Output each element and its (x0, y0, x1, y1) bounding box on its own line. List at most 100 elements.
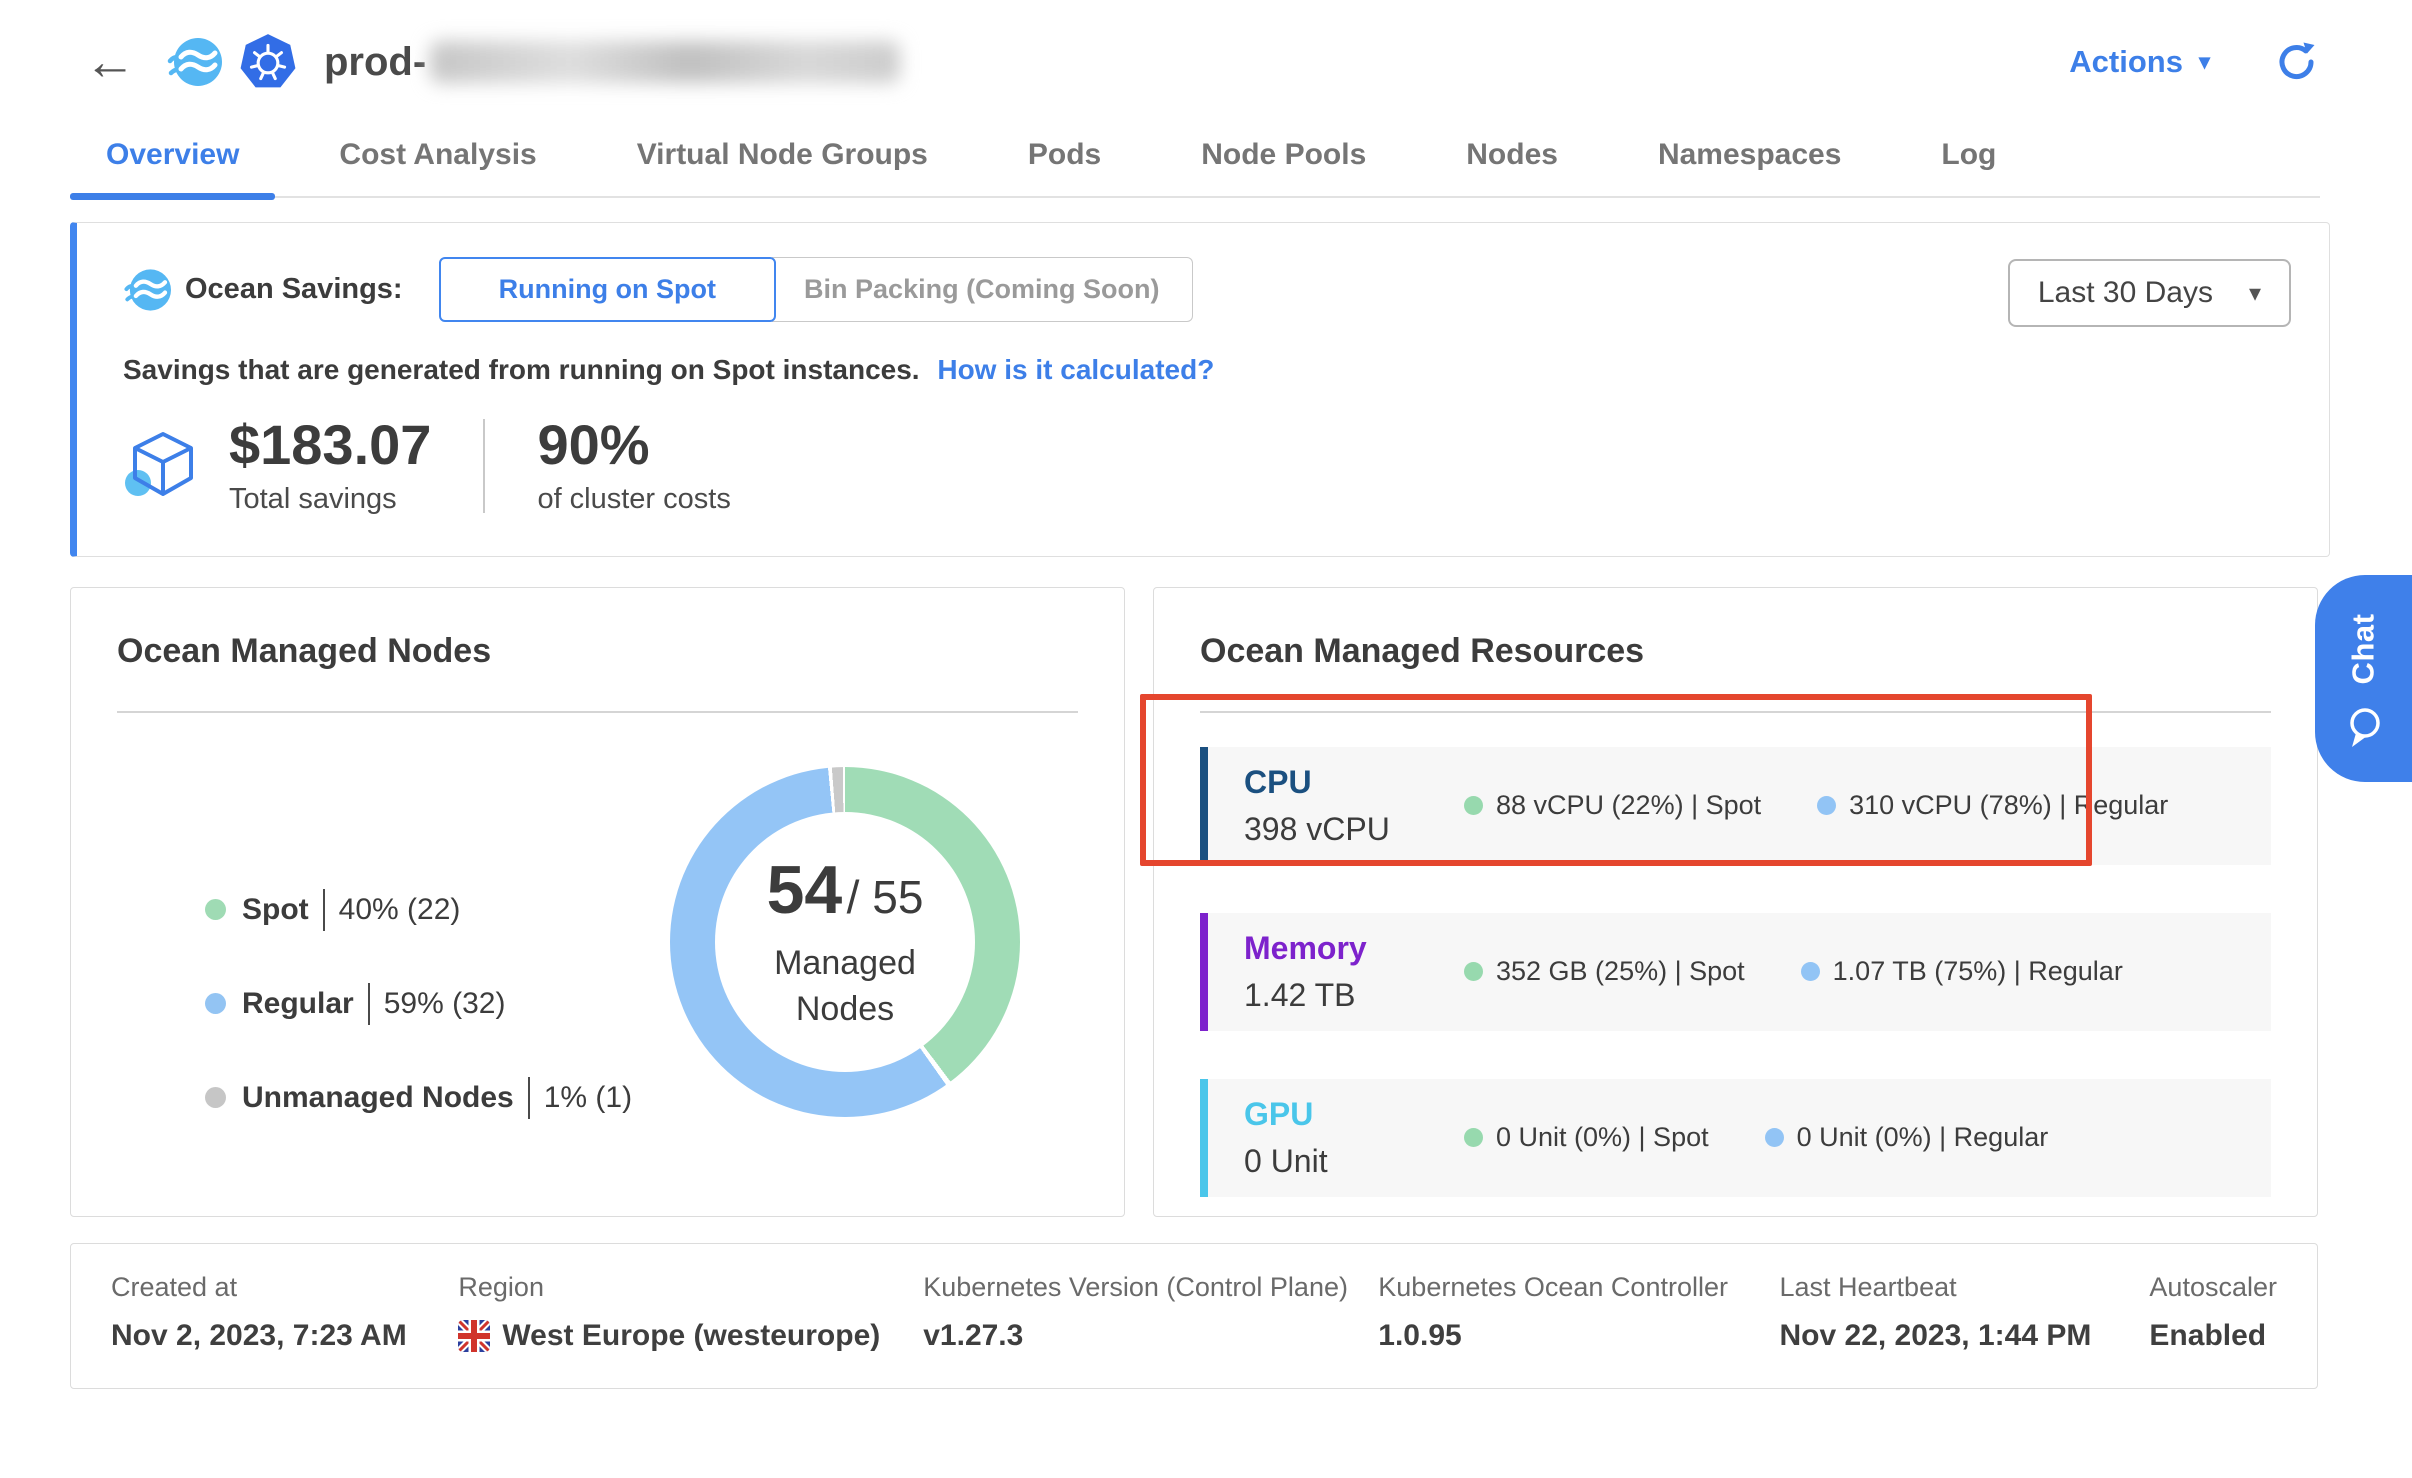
memory-regular-stat: 1.07 TB (75%) | Regular (1801, 956, 2123, 987)
legend-separator (323, 889, 325, 931)
donut-center-label: Managed Nodes (755, 941, 935, 1033)
tab-namespaces[interactable]: Namespaces (1622, 120, 1877, 196)
donut-managed-count: 54 (767, 852, 843, 928)
chat-button[interactable]: Chat (2315, 575, 2412, 782)
running-on-spot-toggle[interactable]: Running on Spot (439, 257, 776, 322)
resource-row-gpu: GPU 0 Unit 0 Unit (0%) | Spot 0 Unit (0%… (1200, 1079, 2271, 1197)
cluster-title-redacted (430, 41, 900, 83)
info-value: Nov 2, 2023, 7:23 AM (111, 1319, 458, 1353)
managed-resources-title: Ocean Managed Resources (1200, 632, 2271, 671)
info-autoscaler: Autoscaler Enabled (2149, 1272, 2277, 1388)
refresh-icon[interactable] (2274, 39, 2320, 85)
legend-value: 40% (22) (339, 893, 461, 927)
gpu-spot-stat: 0 Unit (0%) | Spot (1464, 1122, 1709, 1153)
spot-dot-icon (205, 899, 226, 920)
ocean-logo-icon (166, 34, 222, 90)
legend-label: Unmanaged Nodes (242, 1081, 514, 1115)
actions-button[interactable]: Actions ▾ (2069, 44, 2210, 80)
info-value: Nov 22, 2023, 1:44 PM (1780, 1319, 2150, 1353)
tab-pods[interactable]: Pods (992, 120, 1137, 196)
spot-dot-icon (1464, 796, 1483, 815)
info-label: Autoscaler (2149, 1272, 2277, 1303)
bin-packing-toggle[interactable]: Bin Packing (Coming Soon) (772, 257, 1193, 322)
back-arrow-icon[interactable]: ← (84, 36, 136, 88)
cluster-info-bar: Created at Nov 2, 2023, 7:23 AM Region W… (70, 1243, 2318, 1389)
cpu-regular-stat: 310 vCPU (78%) | Regular (1817, 790, 2168, 821)
cluster-title: prod- (324, 40, 426, 85)
ocean-savings-icon (123, 266, 171, 314)
cpu-total: 398 vCPU (1244, 811, 1464, 848)
nodes-legend: Spot 40% (22) Regular 59% (32) Unmanaged… (205, 889, 632, 1119)
tab-log[interactable]: Log (1905, 120, 2032, 196)
memory-name: Memory (1244, 930, 1464, 967)
tab-cost-analysis[interactable]: Cost Analysis (303, 120, 572, 196)
info-region: Region West Europe (westeurope) (458, 1272, 923, 1388)
cpu-name: CPU (1244, 764, 1464, 801)
ocean-managed-nodes-panel: Ocean Managed Nodes Spot 40% (22) Regula… (70, 587, 1125, 1217)
chevron-down-icon: ▾ (2199, 49, 2210, 75)
metric-divider (483, 419, 485, 513)
chat-label: Chat (2321, 613, 2405, 684)
info-label: Last Heartbeat (1780, 1272, 2150, 1303)
unmanaged-dot-icon (205, 1087, 226, 1108)
info-label: Kubernetes Ocean Controller (1378, 1272, 1779, 1303)
ocean-savings-label: Ocean Savings: (185, 273, 403, 306)
resource-row-memory: Memory 1.42 TB 352 GB (25%) | Spot 1.07 … (1200, 913, 2271, 1031)
managed-nodes-title: Ocean Managed Nodes (117, 632, 1078, 671)
cpu-spot-stat: 88 vCPU (22%) | Spot (1464, 790, 1761, 821)
gpu-total: 0 Unit (1244, 1143, 1464, 1180)
regular-dot-icon (1817, 796, 1836, 815)
cluster-cost-percent-value: 90% (537, 416, 730, 475)
chat-bubble-icon (2343, 705, 2385, 751)
legend-value: 59% (32) (384, 987, 506, 1021)
cluster-cost-percent-label: of cluster costs (537, 483, 730, 516)
total-savings-value: $183.07 (229, 416, 431, 475)
info-ocean-controller: Kubernetes Ocean Controller 1.0.95 (1378, 1272, 1779, 1388)
period-dropdown[interactable]: Last 30 Days ▾ (2008, 259, 2291, 327)
info-value: 1.0.95 (1378, 1319, 1779, 1353)
info-label: Created at (111, 1272, 458, 1303)
legend-item-unmanaged: Unmanaged Nodes 1% (1) (205, 1077, 632, 1119)
spot-dot-icon (1464, 1128, 1483, 1147)
legend-item-spot: Spot 40% (22) (205, 889, 632, 931)
resource-row-cpu: CPU 398 vCPU 88 vCPU (22%) | Spot 310 vC… (1200, 747, 2271, 865)
donut-total-count: / 55 (847, 871, 924, 923)
legend-item-regular: Regular 59% (32) (205, 983, 632, 1025)
actions-label: Actions (2069, 44, 2183, 80)
ocean-managed-resources-panel: Ocean Managed Resources CPU 398 vCPU 88 … (1153, 587, 2318, 1217)
panel-divider (1200, 711, 2271, 713)
info-value: West Europe (westeurope) (502, 1319, 880, 1353)
info-label: Kubernetes Version (Control Plane) (923, 1272, 1378, 1303)
savings-toggle-group: Running on Spot Bin Packing (Coming Soon… (439, 257, 1193, 322)
managed-nodes-donut-chart: 54 / 55 Managed Nodes (670, 767, 1020, 1117)
tab-node-pools[interactable]: Node Pools (1165, 120, 1402, 196)
info-value: v1.27.3 (923, 1319, 1378, 1353)
info-label: Region (458, 1272, 923, 1303)
legend-label: Spot (242, 893, 309, 927)
kubernetes-icon (238, 32, 298, 92)
savings-cube-icon (123, 426, 203, 506)
info-created-at: Created at Nov 2, 2023, 7:23 AM (111, 1272, 458, 1388)
header: ← prod- Actions ▾ (0, 0, 2412, 106)
spot-dot-icon (1464, 962, 1483, 981)
info-value: Enabled (2149, 1319, 2277, 1353)
how-calculated-link[interactable]: How is it calculated? (937, 354, 1214, 385)
tab-virtual-node-groups[interactable]: Virtual Node Groups (601, 120, 964, 196)
regular-dot-icon (1765, 1128, 1784, 1147)
regular-dot-icon (1801, 962, 1820, 981)
tab-overview[interactable]: Overview (70, 120, 275, 196)
memory-total: 1.42 TB (1244, 977, 1464, 1014)
legend-separator (368, 983, 370, 1025)
memory-spot-stat: 352 GB (25%) | Spot (1464, 956, 1745, 987)
info-kubernetes-version: Kubernetes Version (Control Plane) v1.27… (923, 1272, 1378, 1388)
regular-dot-icon (205, 993, 226, 1014)
tab-nodes[interactable]: Nodes (1430, 120, 1594, 196)
chevron-down-icon: ▾ (2249, 279, 2261, 308)
tab-bar: Overview Cost Analysis Virtual Node Grou… (70, 120, 2320, 198)
legend-label: Regular (242, 987, 354, 1021)
legend-value: 1% (1) (544, 1081, 632, 1115)
panel-divider (117, 711, 1078, 713)
total-savings-label: Total savings (229, 483, 431, 516)
uk-flag-icon (458, 1320, 490, 1352)
gpu-name: GPU (1244, 1096, 1464, 1133)
